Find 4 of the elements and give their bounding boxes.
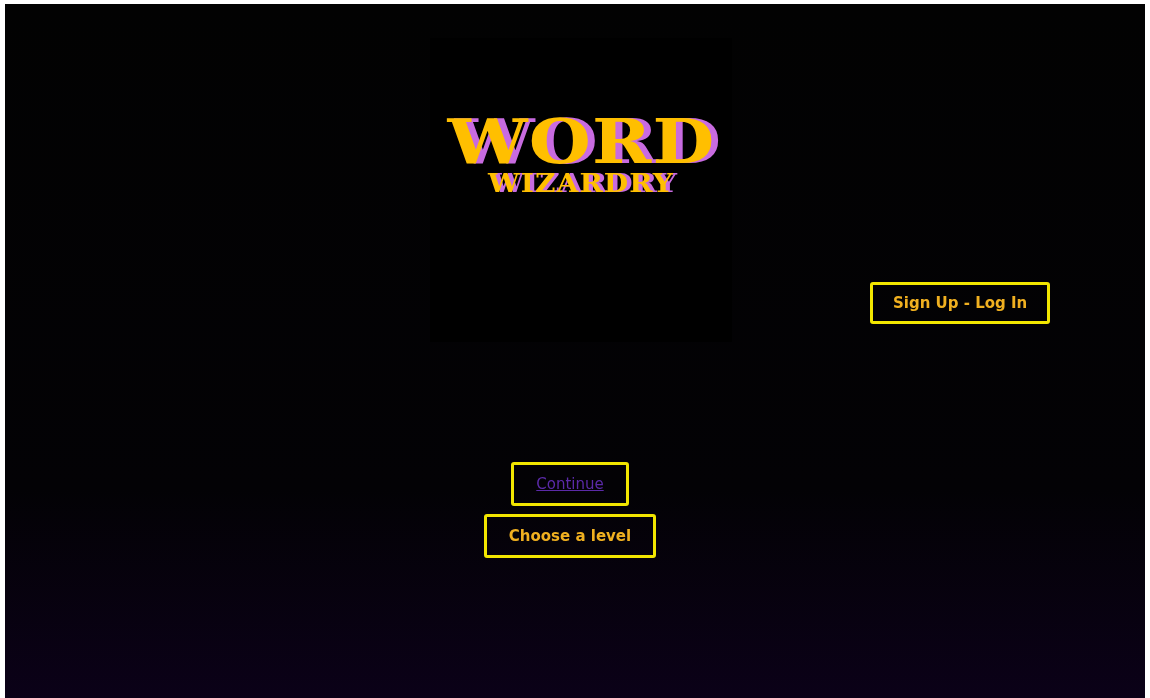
sign-up-log-in-button[interactable]: Sign Up - Log In bbox=[870, 282, 1051, 324]
logo-subtitle: WIZARDRY bbox=[488, 169, 674, 196]
choose-level-button[interactable]: Choose a level bbox=[483, 514, 657, 558]
logo-title: WORD bbox=[447, 114, 715, 170]
